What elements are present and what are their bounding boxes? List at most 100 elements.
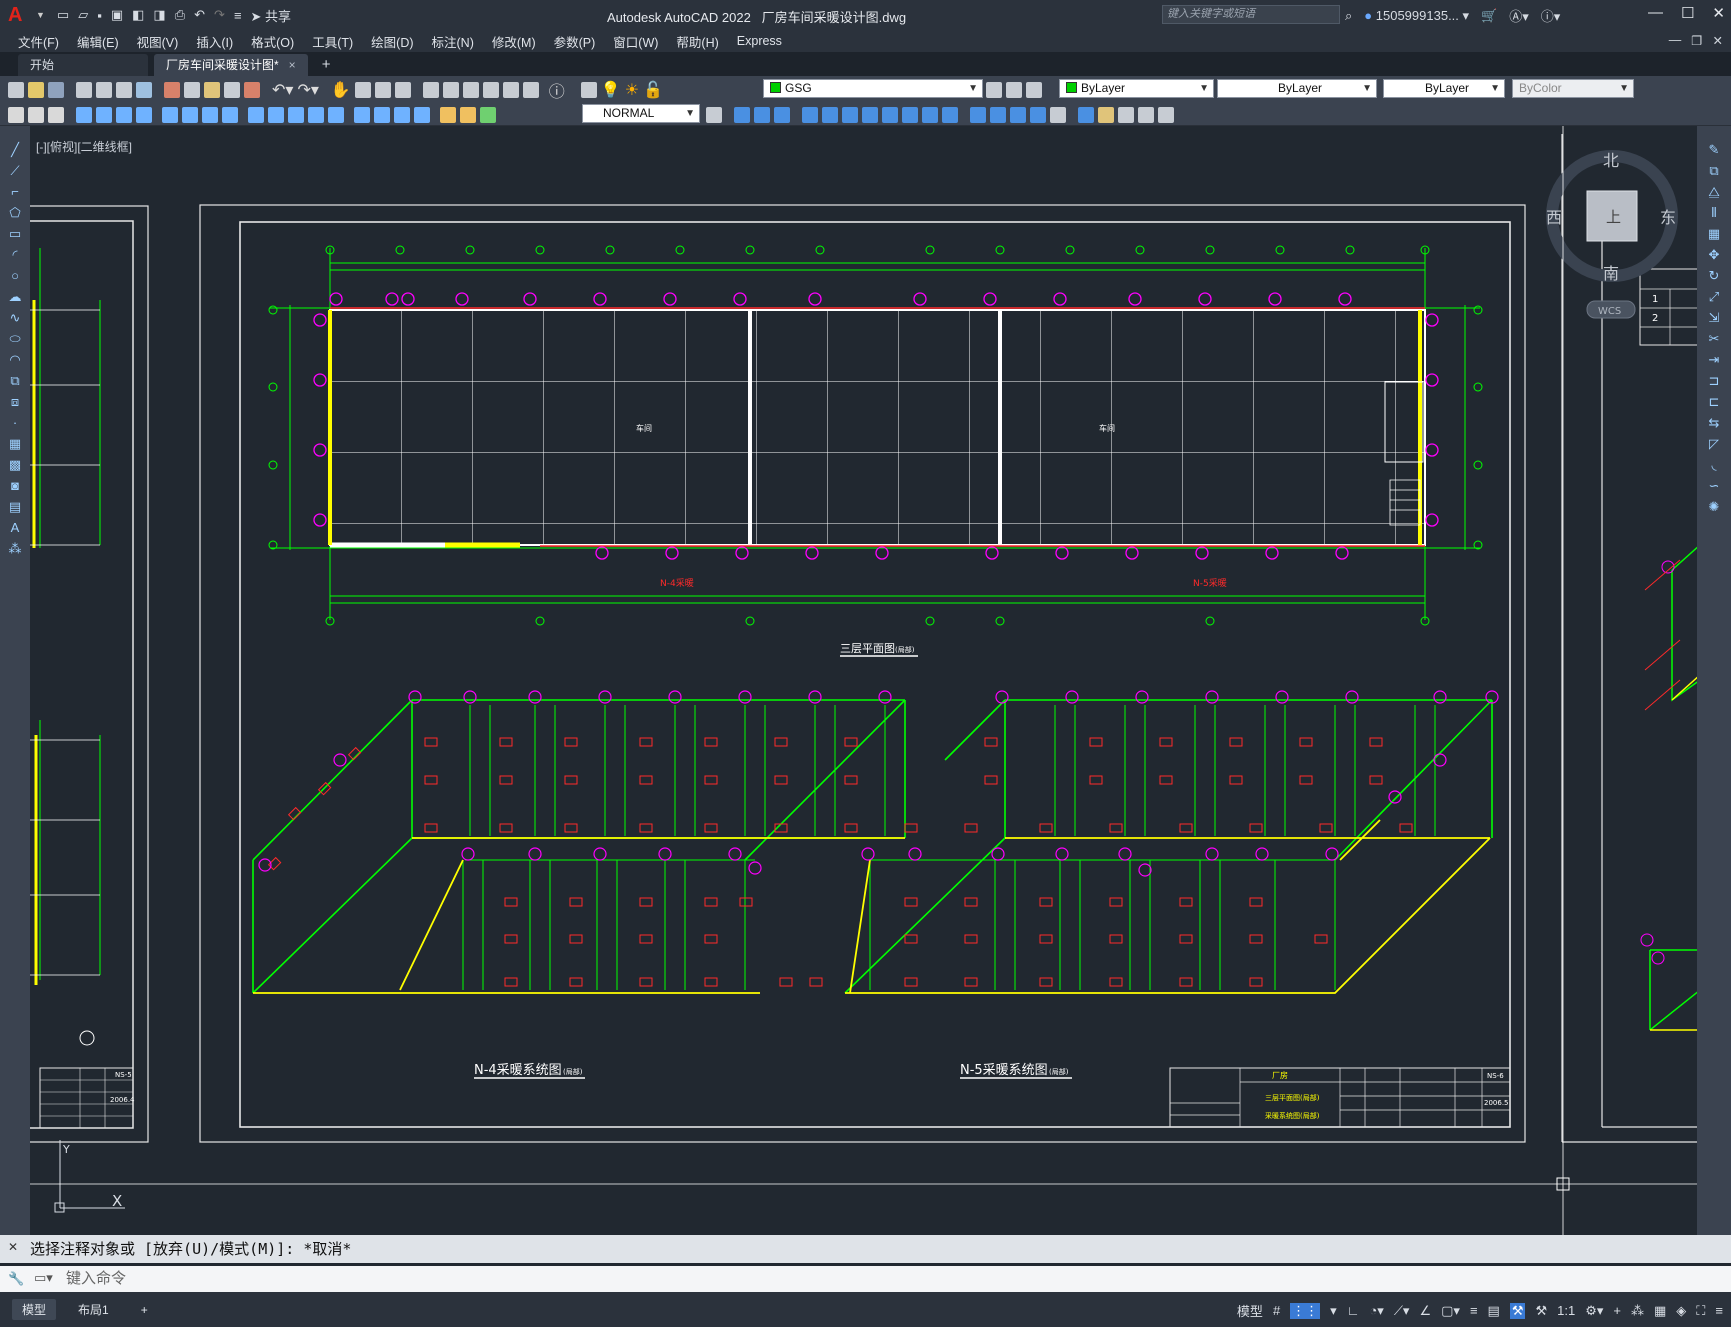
arc-icon[interactable]: ◜ bbox=[7, 247, 23, 263]
offset-side-icon[interactable]: ⫴ bbox=[1706, 205, 1722, 221]
linear-dimension-icon[interactable] bbox=[76, 107, 92, 123]
offset-icon[interactable] bbox=[774, 107, 790, 123]
join-side-icon[interactable]: ⇆ bbox=[1706, 415, 1722, 431]
circle-icon[interactable]: ○ bbox=[7, 268, 23, 284]
explode-icon[interactable] bbox=[1010, 107, 1026, 123]
extend-icon[interactable] bbox=[902, 107, 918, 123]
snap-icon[interactable]: ⋮⋮ bbox=[1290, 1302, 1321, 1319]
pan-icon[interactable]: ✋ bbox=[331, 80, 351, 100]
sheet-set-icon[interactable] bbox=[482, 82, 499, 98]
make-block-icon[interactable]: ⧈ bbox=[7, 394, 23, 410]
annotation-visibility-icon[interactable]: ⚒ bbox=[1509, 1302, 1526, 1319]
fullscreen-icon[interactable]: ⛶ bbox=[1696, 1303, 1705, 1319]
menu-edit[interactable]: 编辑(E) bbox=[77, 32, 119, 51]
tool-icon[interactable] bbox=[8, 107, 24, 123]
plot-icon[interactable]: ⎙ bbox=[175, 7, 185, 23]
hatch-icon[interactable]: ▦ bbox=[7, 436, 23, 452]
menu-tools[interactable]: 工具(T) bbox=[312, 32, 353, 51]
insert-block-icon[interactable]: ⧉ bbox=[7, 373, 23, 389]
menu-help[interactable]: 帮助(H) bbox=[676, 32, 718, 51]
layer-previous-icon[interactable] bbox=[1006, 82, 1022, 98]
command-input[interactable]: 键入命令 bbox=[0, 1266, 1731, 1292]
doc-restore-icon[interactable]: ❐ bbox=[1691, 33, 1702, 48]
add-layout-button[interactable]: + bbox=[131, 1301, 158, 1319]
search-input[interactable]: 键入关键字或短语 bbox=[1162, 5, 1340, 24]
menu-insert[interactable]: 插入(I) bbox=[196, 32, 233, 51]
chamfer-icon[interactable] bbox=[970, 107, 986, 123]
region-icon[interactable]: ◙ bbox=[7, 478, 23, 494]
quick-dimension-icon[interactable] bbox=[248, 107, 264, 123]
close-icon[interactable]: ✕ bbox=[1712, 4, 1725, 22]
new-tab-button[interactable]: + bbox=[316, 54, 337, 76]
transparency-icon[interactable]: ▤ bbox=[1488, 1303, 1500, 1319]
web-open-icon[interactable]: ◧ bbox=[132, 7, 144, 23]
copy-side-icon[interactable]: ⧉ bbox=[1706, 163, 1722, 179]
autodesk-app-icon[interactable]: Ⓐ▾ bbox=[1509, 6, 1529, 25]
isodraft-icon[interactable]: ⟋▾ bbox=[1394, 1303, 1410, 1319]
break-at-point-icon[interactable] bbox=[922, 107, 938, 123]
workspace-icon[interactable]: ⚙▾ bbox=[1585, 1303, 1603, 1319]
trim-icon[interactable] bbox=[882, 107, 898, 123]
angular-icon[interactable] bbox=[222, 107, 238, 123]
annotation-monitor-icon[interactable]: + bbox=[1613, 1303, 1621, 1318]
tool-palettes-icon[interactable] bbox=[462, 82, 479, 98]
stretch-side-icon[interactable]: ⇲ bbox=[1706, 310, 1722, 326]
array-side-icon[interactable]: ▦ bbox=[1706, 226, 1722, 242]
zoom-previous-icon[interactable] bbox=[394, 82, 411, 98]
group-bounding-icon[interactable] bbox=[1158, 107, 1174, 123]
diameter-icon[interactable] bbox=[202, 107, 218, 123]
customize-qat-icon[interactable]: ≡ bbox=[234, 8, 242, 23]
redo-toolbar-icon[interactable]: ↷▾ bbox=[297, 80, 318, 100]
view-cube[interactable]: 上 北 南 西 东 WCS bbox=[1546, 150, 1678, 319]
erase-icon[interactable]: ✎ bbox=[1706, 142, 1722, 158]
open-file-icon[interactable]: ▱ bbox=[78, 7, 88, 23]
join-icon[interactable] bbox=[942, 107, 958, 123]
menu-express[interactable]: Express bbox=[737, 34, 782, 48]
linetype-select[interactable]: ByLayer ▼ bbox=[1217, 79, 1377, 98]
continue-icon[interactable] bbox=[288, 107, 304, 123]
array-icon[interactable] bbox=[1030, 107, 1046, 123]
rotate-icon[interactable] bbox=[822, 107, 838, 123]
radius-icon[interactable] bbox=[162, 107, 178, 123]
tab-close-icon[interactable]: × bbox=[289, 58, 296, 72]
auto-scale-icon[interactable]: ⚒ bbox=[1535, 1303, 1547, 1319]
customize-wrench-icon[interactable]: 🔧 bbox=[8, 1271, 24, 1287]
preview-icon[interactable] bbox=[96, 82, 112, 98]
baseline-icon[interactable] bbox=[268, 107, 284, 123]
units-icon[interactable]: ⁂ bbox=[1631, 1303, 1644, 1319]
center-mark-icon[interactable] bbox=[374, 107, 390, 123]
recent-commands-icon[interactable]: ▭▾ bbox=[34, 1270, 53, 1286]
lineweight-select[interactable]: ByLayer ▼ bbox=[1383, 79, 1505, 98]
scale-icon[interactable] bbox=[842, 107, 858, 123]
layer-on-icon[interactable]: 💡 bbox=[601, 80, 621, 100]
redo-icon[interactable]: ↷ bbox=[214, 7, 225, 23]
polygon-icon[interactable]: ⬠ bbox=[7, 205, 23, 221]
jogged-icon[interactable] bbox=[182, 107, 198, 123]
doc-minimize-icon[interactable]: — bbox=[1669, 33, 1682, 48]
lineweight-icon[interactable]: ≡ bbox=[1470, 1303, 1478, 1318]
arc-length-icon[interactable] bbox=[116, 107, 132, 123]
app-menu-arrow-icon[interactable]: ▼ bbox=[36, 10, 45, 20]
tab-drawing[interactable]: 厂房车间采暖设计图* × bbox=[154, 54, 308, 76]
revcloud-icon[interactable]: ☁ bbox=[7, 289, 23, 305]
dimstyle-select[interactable]: NORMAL ▼ bbox=[582, 104, 700, 123]
menu-window[interactable]: 窗口(W) bbox=[613, 32, 658, 51]
layer-state-icon[interactable] bbox=[1026, 82, 1042, 98]
move-side-icon[interactable]: ✥ bbox=[1706, 247, 1722, 263]
mirror-icon[interactable] bbox=[754, 107, 770, 123]
doc-close-icon[interactable]: ✕ bbox=[1713, 33, 1723, 48]
annotation-scale[interactable]: 1:1 bbox=[1557, 1303, 1575, 1318]
open-icon[interactable] bbox=[28, 82, 44, 98]
isolate-objects-icon[interactable]: ◈ bbox=[1676, 1303, 1686, 1319]
undo-icon[interactable]: ↶ bbox=[194, 7, 205, 23]
zoom-window-icon[interactable] bbox=[374, 82, 391, 98]
menu-file[interactable]: 文件(F) bbox=[18, 32, 59, 51]
undo-toolbar-icon[interactable]: ↶▾ bbox=[272, 80, 293, 100]
group-edit-icon[interactable] bbox=[1118, 107, 1134, 123]
cut-icon[interactable] bbox=[164, 82, 180, 98]
save-icon[interactable]: ▪ bbox=[97, 8, 102, 23]
object-track-icon[interactable]: ∠ bbox=[1419, 1303, 1431, 1319]
break-side-icon[interactable]: ⊏ bbox=[1706, 394, 1722, 410]
qnew-icon[interactable] bbox=[8, 82, 24, 98]
model-space-toggle[interactable]: 模型 bbox=[1237, 1301, 1263, 1320]
